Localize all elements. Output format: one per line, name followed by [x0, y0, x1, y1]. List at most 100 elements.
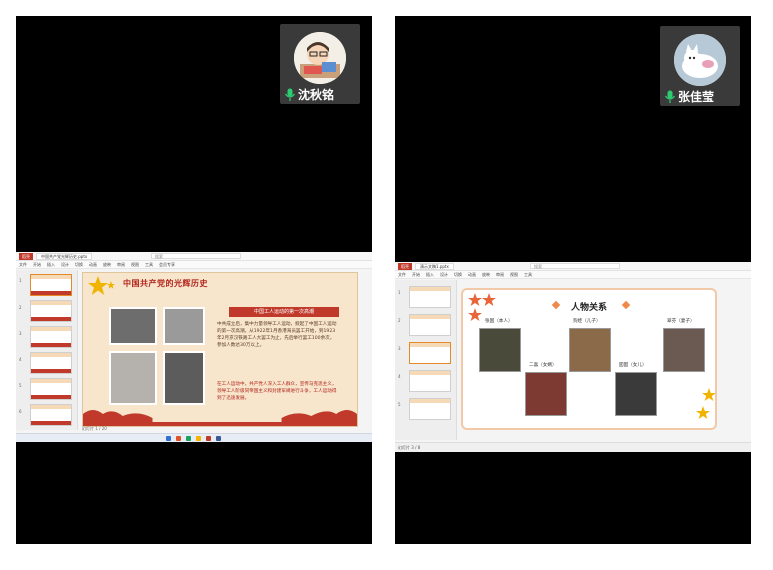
historical-photo [163, 307, 205, 345]
thumb-number: 6 [19, 409, 22, 414]
participant-tile-2[interactable]: 张佳莹 稻壳 演示文稿1.pptx 搜索 文件 开始 插入 设计 切换 动画 放… [395, 16, 751, 544]
thumb-number: 3 [398, 346, 401, 351]
avatar [674, 34, 726, 86]
windows-start-icon[interactable] [166, 436, 171, 441]
portrait-photo [163, 351, 205, 405]
search-input[interactable]: 搜索 [151, 253, 241, 259]
character-photo [479, 328, 521, 372]
star-icon [696, 388, 715, 419]
character-label: 囡囡（女儿） [619, 363, 647, 368]
participant-name: 张佳莹 [678, 90, 715, 104]
menu-item[interactable]: 动画 [468, 272, 476, 278]
menu-item[interactable]: 开始 [412, 272, 420, 278]
slide-thumbnail[interactable] [30, 300, 72, 322]
thumb-number: 3 [19, 331, 22, 336]
thumb-number: 1 [19, 278, 22, 283]
slide-thumbnail-panel[interactable]: 1 2 3 4 5 6 [16, 270, 78, 430]
character-photo [525, 372, 567, 416]
menu-item[interactable]: 视图 [510, 272, 518, 278]
thumb-number: 5 [19, 383, 22, 388]
thumb-number: 2 [19, 305, 22, 310]
menu-item[interactable]: 工具 [524, 272, 532, 278]
menu-item[interactable]: 放映 [482, 272, 490, 278]
character-label: 翠芬（妻子） [667, 319, 695, 324]
participant-name: 沈秋铭 [298, 88, 335, 102]
slide-thumbnail[interactable] [30, 404, 72, 426]
slide-highlight-text: 在工人运动中，共产党人深入工人群众，宣传马克思主义，领导工人阶级同帝国主义和封建… [217, 382, 337, 401]
thumb-number: 2 [398, 318, 401, 323]
participant-avatar-card: 张佳莹 [660, 26, 740, 106]
thumb-number: 4 [19, 357, 22, 362]
thumb-number: 4 [398, 374, 401, 379]
menu-item[interactable]: 工具 [145, 262, 153, 268]
character-photo [615, 372, 657, 416]
shared-screen[interactable]: 稻壳 中国共产党光辉历史.pptx 搜索 文件 开始 插入 设计 切换 动画 放… [16, 252, 372, 442]
menu-item[interactable]: 切换 [75, 262, 83, 268]
status-text: 幻灯片 3 / 8 [398, 444, 421, 450]
slide-thumbnail-panel[interactable]: 1 2 3 4 5 [395, 280, 457, 440]
slide-body-text: 中共成立后，集中力量领导工人运动，掀起了中国工人运动的第一次高潮。从1922年1… [217, 322, 337, 348]
search-input[interactable]: 搜索 [530, 263, 620, 269]
participant-tile-1[interactable]: 沈秋铭 稻壳 中国共产党光辉历史.pptx 搜索 文件 开始 插入 设计 切换 … [16, 16, 372, 544]
historical-photo [109, 307, 157, 345]
slide-canvas[interactable]: 中国共产党的光辉历史 中国工人运动的第一次高潮 中共成立后，集中力量领导工人运动… [82, 272, 358, 427]
character-label: 二喜（女婿） [529, 363, 557, 368]
ribbon-menu: 文件 开始 插入 设计 切换 动画 放映 审阅 视图 工具 [395, 271, 751, 279]
document-tab[interactable]: 演示文稿1.pptx [415, 262, 454, 270]
slide-thumbnail[interactable] [409, 286, 451, 308]
taskbar-app-icon[interactable] [176, 436, 181, 441]
slide-thumbnail[interactable] [30, 326, 72, 348]
menu-item[interactable]: 切换 [454, 272, 462, 278]
menu-item[interactable]: 审阅 [496, 272, 504, 278]
slide-thumbnail[interactable] [30, 378, 72, 400]
taskbar-app-icon[interactable] [206, 436, 211, 441]
status-text: 幻灯片 1 / 20 [82, 426, 107, 431]
menu-item[interactable]: 开始 [33, 262, 41, 268]
microphone-icon[interactable] [664, 90, 676, 104]
app-title-bar: 稻壳 演示文稿1.pptx 搜索 [395, 262, 751, 271]
app-title-bar: 稻壳 中国共产党光辉历史.pptx 搜索 [16, 252, 372, 261]
menu-item[interactable]: 设计 [61, 262, 69, 268]
decorative-cloud-band [83, 410, 357, 426]
slide-thumbnail[interactable] [409, 314, 451, 336]
menu-item[interactable]: 设计 [440, 272, 448, 278]
slide-title: 人物关系 [570, 303, 607, 313]
taskbar-app-icon[interactable] [196, 436, 201, 441]
app-tab[interactable]: 稻壳 [398, 262, 412, 270]
participant-avatar-card: 沈秋铭 [280, 24, 360, 104]
section-banner: 中国工人运动的第一次高潮 [229, 307, 339, 317]
star-icon [88, 276, 115, 295]
slide-thumbnail[interactable] [409, 398, 451, 420]
menu-item[interactable]: 视图 [131, 262, 139, 268]
menu-item[interactable]: 动画 [89, 262, 97, 268]
participant-name-row: 张佳莹 [664, 88, 714, 105]
slide-canvas[interactable]: 人物关系 张国（本人） 狗娃（儿子） 翠芬（妻子） 二喜（女婿） 囡囡（女儿） [461, 288, 717, 430]
taskbar [16, 433, 372, 442]
participant-name-row: 沈秋铭 [284, 86, 334, 103]
character-label: 张国（本人） [485, 319, 513, 324]
taskbar-app-icon[interactable] [186, 436, 191, 441]
slide-thumbnail[interactable] [30, 274, 72, 296]
menu-item[interactable]: 文件 [398, 272, 406, 278]
avatar [294, 32, 346, 84]
slide-thumbnail[interactable] [30, 352, 72, 374]
character-photo [569, 328, 611, 372]
app-tab[interactable]: 稻壳 [19, 252, 33, 260]
menu-item[interactable]: 放映 [103, 262, 111, 268]
taskbar-app-icon[interactable] [216, 436, 221, 441]
menu-item[interactable]: 文件 [19, 262, 27, 268]
microphone-icon[interactable] [284, 88, 296, 102]
slide-title: 中国共产党的光辉历史 [123, 279, 208, 288]
menu-item[interactable]: 插入 [426, 272, 434, 278]
status-bar: 幻灯片 3 / 8 [395, 442, 751, 452]
shared-screen[interactable]: 稻壳 演示文稿1.pptx 搜索 文件 开始 插入 设计 切换 动画 放映 审阅… [395, 262, 751, 452]
thumb-number: 1 [398, 290, 401, 295]
menu-item[interactable]: 审阅 [117, 262, 125, 268]
slide-thumbnail[interactable] [409, 370, 451, 392]
document-tab[interactable]: 中国共产党光辉历史.pptx [36, 252, 93, 260]
menu-item[interactable]: 会员专享 [159, 262, 175, 268]
character-label: 狗娃（儿子） [573, 319, 601, 324]
character-photo [663, 328, 705, 372]
slide-thumbnail[interactable] [409, 342, 451, 364]
menu-item[interactable]: 插入 [47, 262, 55, 268]
